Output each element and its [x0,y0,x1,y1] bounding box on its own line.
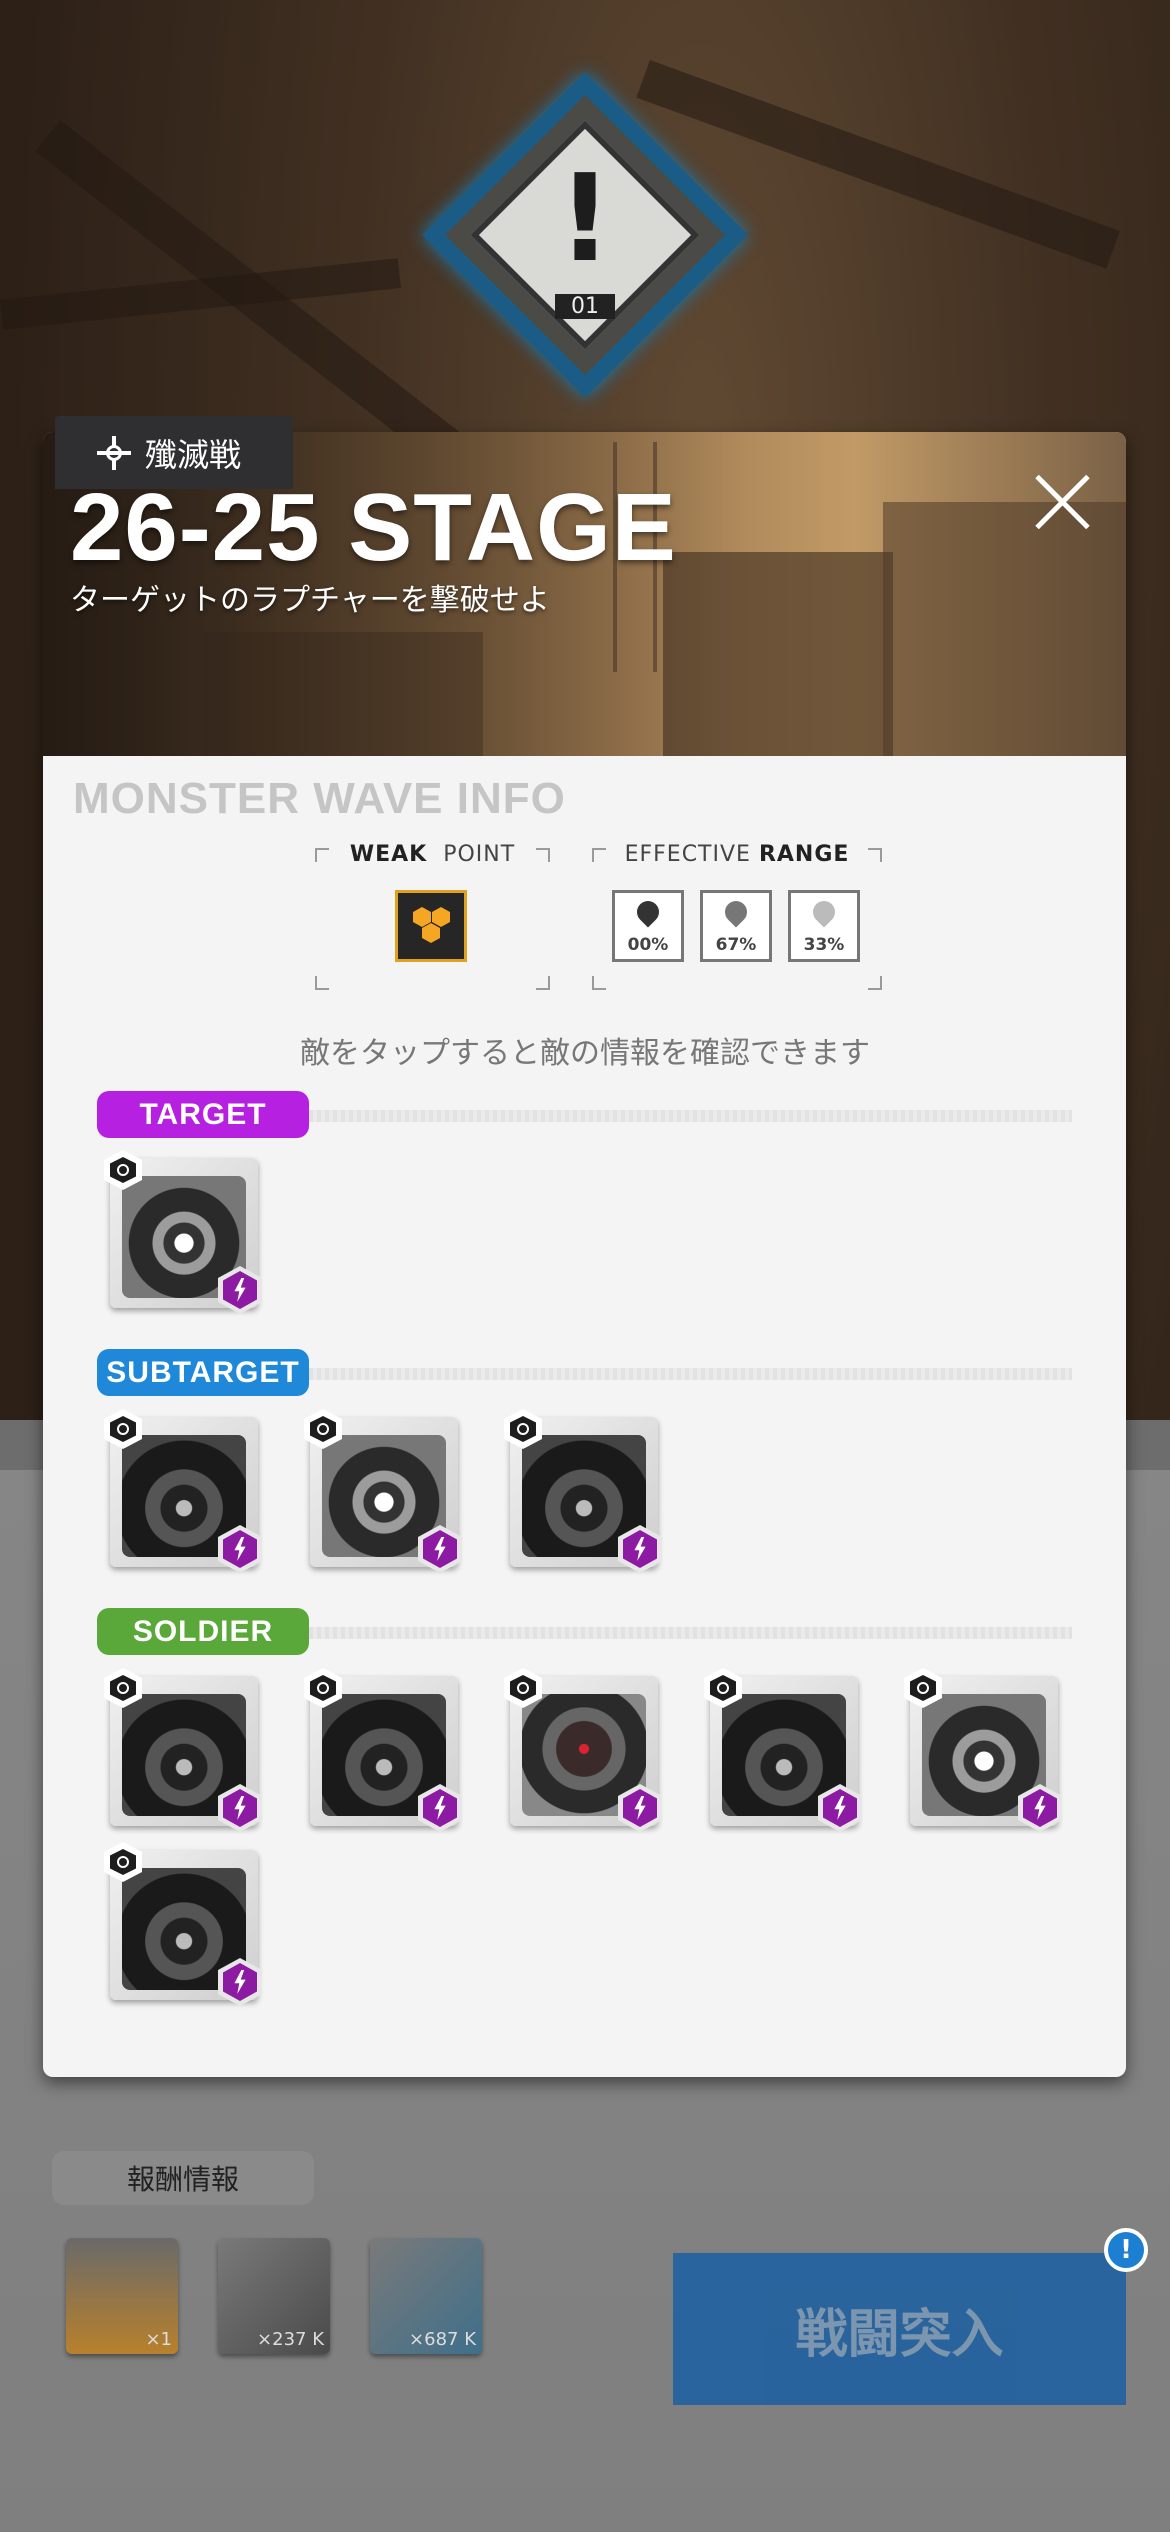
category-target: TARGET [97,1091,309,1138]
effective-range-box: EFFECTIVE RANGE 00% 67% 33% [592,842,882,990]
mode-label: 殲滅戦 [145,435,242,474]
enemy-card[interactable] [304,1409,462,1573]
range-tile[interactable]: 33% [788,890,860,962]
close-button[interactable] [1030,470,1094,534]
enemy-card[interactable] [104,1668,262,1832]
tap-hint: 敵をタップすると敵の情報を確認できます [300,1036,870,1071]
location-pin-icon [808,896,840,928]
enemy-card[interactable] [104,1150,262,1314]
location-pin-icon [632,896,664,928]
weak-point-box: WEAK POINT [315,842,550,990]
range-tile[interactable]: 00% [612,890,684,962]
effective-range-label: EFFECTIVE RANGE [624,842,850,867]
enemy-card[interactable] [304,1668,462,1832]
reward-item[interactable]: ×1 [66,2238,178,2354]
category-divider [309,1368,1072,1380]
banner-building [883,502,1126,756]
notice-icon[interactable]: ! [1104,2228,1148,2272]
category-divider [309,1627,1072,1639]
enemy-card[interactable] [104,1842,262,2006]
location-pin-icon [720,896,752,928]
reward-title: 報酬情報 [52,2151,314,2205]
stage-title: 26-25 STAGE [70,474,677,581]
enemy-card[interactable] [504,1409,662,1573]
reward-item[interactable]: ×237 K [218,2238,330,2354]
section-title: MONSTER WAVE INFO [73,774,566,823]
stage-subtitle: ターゲットのラプチャーを撃破せよ [70,583,550,618]
enemy-card[interactable] [704,1668,862,1832]
category-soldier: SOLDIER [97,1608,309,1655]
category-subtarget: SUBTARGET [97,1349,309,1396]
enemy-card[interactable] [504,1668,662,1832]
crosshair-icon [97,435,131,470]
battle-start-button[interactable]: 戦闘突入 [673,2253,1126,2405]
enemy-card[interactable] [904,1668,1062,1832]
honeycomb-icon[interactable] [395,890,467,962]
warning-exclamation: ! [557,150,613,289]
reward-item[interactable]: ×687 K [370,2238,482,2354]
warning-number: 01 [555,294,615,319]
range-tile[interactable]: 67% [700,890,772,962]
weak-point-label: WEAK POINT [349,842,516,867]
enemy-card[interactable] [104,1409,262,1573]
category-divider [309,1110,1072,1122]
